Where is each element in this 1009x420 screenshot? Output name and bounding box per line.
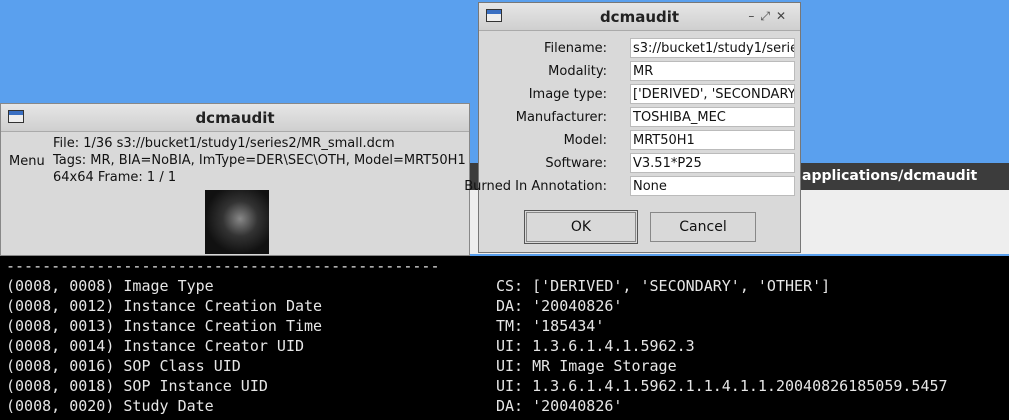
burned-in-annotation-row: Burned In Annotation: None [464,176,800,197]
tag-row-value: UI: MR Image Storage [496,357,677,375]
modality-field[interactable]: MR [630,61,795,81]
image-thumbnail[interactable] [205,190,269,254]
manufacturer-row: Manufacturer: TOSHIBA_MEC [479,107,800,128]
dialog-titlebar[interactable]: dcmaudit –⤢✕ [479,3,800,31]
cancel-button[interactable]: Cancel [650,212,756,242]
terminal-title: applications/dcmaudit [802,168,978,184]
manufacturer-field[interactable]: TOSHIBA_MEC [630,107,795,127]
image-type-row: Image type: ['DERIVED', 'SECONDARY', 'OT… [479,84,800,105]
software-row: Software: V3.51*P25 [479,153,800,174]
tag-row-name: (0008, 0016) SOP Class UID [6,357,241,375]
tag-row-name: (0008, 0008) Image Type [6,277,214,295]
filename-field[interactable]: s3://bucket1/study1/series2/MR_small.dcm [630,38,795,58]
restore-icon[interactable]: ⤢ [760,9,776,23]
viewer-titlebar[interactable]: dcmaudit [1,104,469,132]
model-label: Model: [563,133,607,148]
minimize-icon[interactable]: – [748,9,760,23]
menu-button[interactable]: Menu [9,154,45,169]
window-controls[interactable]: –⤢✕ [748,9,792,24]
tag-row-name: (0008, 0020) Study Date [6,397,214,415]
viewer-title: dcmaudit [195,109,275,127]
tag-row-value: DA: '20040826' [496,297,623,315]
viewer-window: dcmaudit Menu File: 1/36 s3://bucket1/st… [0,103,470,256]
modality-label: Modality: [548,64,607,79]
tag-row-value: UI: 1.3.6.1.4.1.5962.1.1.4.1.1.200408261… [496,377,948,395]
file-line: File: 1/36 s3://bucket1/study1/series2/M… [53,136,395,151]
close-icon[interactable]: ✕ [776,9,792,23]
separator-line: ----------------------------------------… [6,257,440,275]
tag-row-name: (0008, 0013) Instance Creation Time [6,317,323,335]
tag-row-value: CS: ['DERIVED', 'SECONDARY', 'OTHER'] [496,277,831,295]
tag-row-name: (0008, 0014) Instance Creator UID [6,337,305,355]
frame-line: 64x64 Frame: 1 / 1 [53,170,177,185]
burned-in-annotation-field[interactable]: None [630,176,795,196]
tag-row-value: UI: 1.3.6.1.4.1.5962.3 [496,337,695,355]
tag-row-name: (0008, 0012) Instance Creation Date [6,297,323,315]
model-field[interactable]: MRT50H1 [630,130,795,150]
metadata-dialog: dcmaudit –⤢✕ Filename: s3://bucket1/stud… [464,2,801,253]
manufacturer-label: Manufacturer: [515,110,607,125]
tag-row-value: DA: '20040826' [496,397,623,415]
software-field[interactable]: V3.51*P25 [630,153,795,173]
image-type-label: Image type: [528,87,607,102]
tag-row-name: (0008, 0018) SOP Instance UID [6,377,268,395]
file-info: File: 1/36 s3://bucket1/study1/series2/M… [53,135,466,186]
software-label: Software: [545,156,607,171]
tags-line: Tags: MR, BIA=NoBIA, ImType=DER\SEC\OTH,… [53,153,466,168]
filename-label: Filename: [543,41,607,56]
tag-row-value: TM: '185434' [496,317,605,335]
burned-in-annotation-label: Burned In Annotation: [464,179,607,194]
ok-button[interactable]: OK [524,210,638,244]
filename-row: Filename: s3://bucket1/study1/series2/MR… [479,38,800,59]
image-type-field[interactable]: ['DERIVED', 'SECONDARY', 'OTHER'] [630,84,795,104]
model-row: Model: MRT50H1 [479,130,800,151]
terminal-output[interactable]: ----------------------------------------… [0,256,1009,420]
modality-row: Modality: MR [479,61,800,82]
